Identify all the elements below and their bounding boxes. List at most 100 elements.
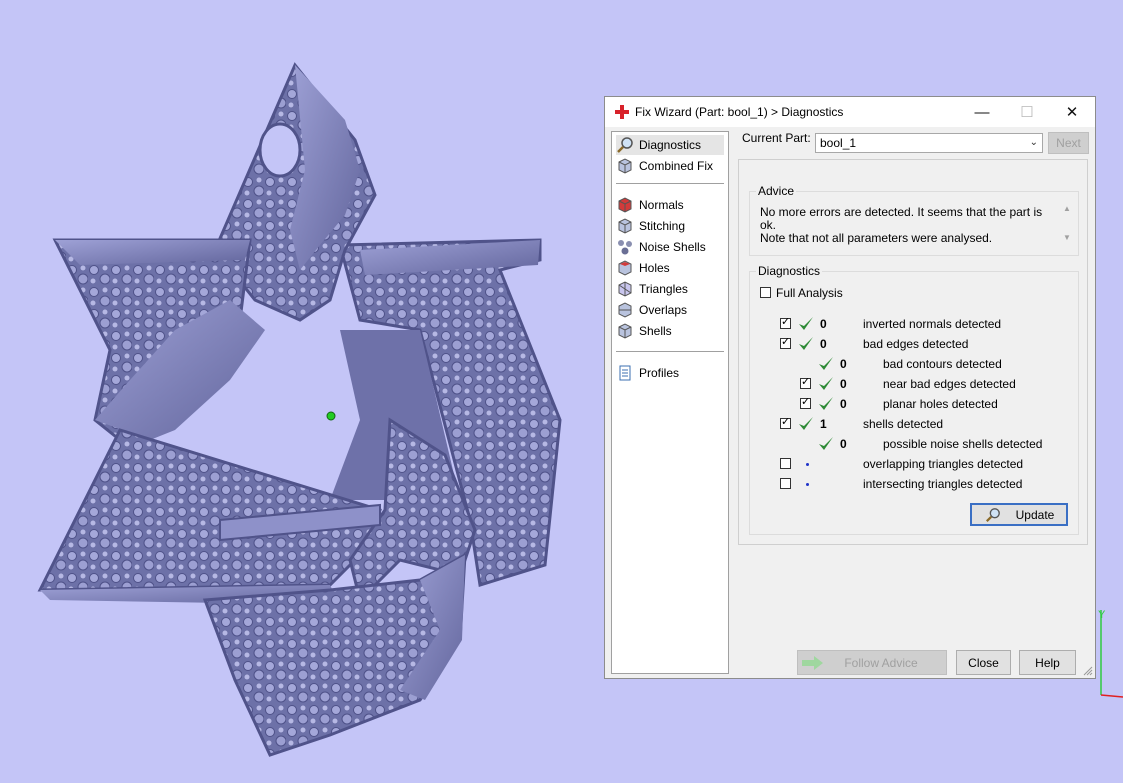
nav-item-triangles[interactable]: Triangles (616, 279, 724, 299)
green-check-icon (799, 417, 813, 430)
nav-label: Shells (639, 324, 672, 338)
row-checkbox[interactable]: ✓ (800, 396, 811, 409)
row-label: possible noise shells detected (883, 437, 1043, 451)
row-count: 0 (840, 357, 847, 371)
row-label: bad edges detected (863, 337, 969, 351)
maximize-icon: ☐ (1020, 104, 1034, 121)
pivot-point[interactable] (326, 411, 336, 421)
noise-shells-icon (618, 240, 632, 255)
nav-label: Overlaps (639, 303, 688, 317)
wizard-nav: Diagnostics Combined Fix Normals Stitchi… (611, 131, 729, 674)
resize-grip-icon[interactable] (1083, 666, 1093, 676)
normals-icon (618, 197, 632, 213)
green-check-icon (819, 437, 833, 450)
row-checkbox[interactable]: ✓ (800, 376, 811, 389)
full-analysis-checkbox[interactable] (760, 287, 771, 298)
row-count: 0 (820, 317, 827, 331)
row-count: 1 (820, 417, 827, 431)
nav-item-normals[interactable]: Normals (616, 195, 724, 215)
checkbox-tick-icon: ✓ (781, 336, 791, 348)
row-label: planar holes detected (883, 397, 998, 411)
row-checkbox[interactable]: ✓ (780, 316, 791, 329)
row-count: 0 (840, 397, 847, 411)
nav-item-combined-fix[interactable]: Combined Fix (616, 156, 724, 176)
next-button[interactable]: Next (1048, 132, 1089, 154)
current-part-value: bool_1 (820, 136, 857, 150)
row-checkbox[interactable] (780, 478, 791, 489)
row-checkbox[interactable]: ✓ (780, 336, 791, 349)
advice-line: No more errors are detected. It seems th… (760, 205, 1043, 232)
nav-item-profiles[interactable]: Profiles (616, 363, 724, 383)
arrow-right-icon (802, 656, 823, 670)
full-analysis-label: Full Analysis (776, 286, 843, 300)
current-part-label: Current Part: (742, 131, 811, 145)
stitching-icon (618, 218, 632, 234)
checkbox-tick-icon: ✓ (781, 416, 791, 428)
follow-advice-label: Follow Advice (844, 655, 918, 670)
row-checkbox[interactable] (780, 458, 791, 469)
next-label: Next (1056, 136, 1081, 150)
row-checkbox[interactable]: ✓ (780, 416, 791, 429)
scroll-up-icon[interactable]: ▲ (1060, 204, 1074, 213)
nav-item-stitching[interactable]: Stitching (616, 216, 724, 236)
nav-label: Triangles (639, 282, 688, 296)
row-label: near bad edges detected (883, 377, 1016, 391)
magnifier-icon (985, 507, 1000, 522)
diagnostics-title: Diagnostics (756, 264, 823, 278)
nav-label: Combined Fix (639, 159, 714, 173)
checkbox-tick-icon: ✓ (781, 316, 791, 328)
close-button[interactable]: Close (956, 650, 1011, 675)
pending-dot-icon (806, 483, 809, 486)
close-label: Close (968, 655, 999, 670)
green-check-icon (799, 337, 813, 350)
minimize-button[interactable]: — (959, 97, 1005, 127)
row-label: intersecting triangles detected (863, 477, 1023, 491)
update-label: Update (1015, 507, 1055, 522)
magnifier-icon (617, 137, 633, 153)
advice-text: No more errors are detected. It seems th… (760, 206, 1060, 245)
row-count: 0 (820, 337, 827, 351)
svg-text:Y: Y (1098, 609, 1106, 621)
fix-wizard-dialog: Fix Wizard (Part: bool_1) > Diagnostics … (604, 96, 1096, 679)
diagnostics-group: Diagnostics Full Analysis ✓ 0 inverted nor… (749, 264, 1079, 535)
shells-icon (618, 323, 632, 339)
close-icon: ✕ (1065, 104, 1079, 121)
overlaps-icon (618, 302, 632, 318)
checkbox-tick-icon: ✓ (801, 396, 811, 408)
current-part-select[interactable]: bool_1 ⌄ (815, 133, 1043, 153)
red-cross-icon (615, 105, 629, 119)
nav-divider (616, 351, 724, 352)
advice-scrollbar[interactable]: ▲ ▼ (1060, 204, 1074, 250)
star-model (37, 62, 562, 757)
close-window-button[interactable]: ✕ (1049, 97, 1095, 127)
nav-divider (616, 183, 724, 184)
combined-fix-icon (618, 158, 632, 174)
nav-item-noise-shells[interactable]: Noise Shells (616, 237, 724, 257)
update-button[interactable]: Update (970, 503, 1068, 526)
nav-label: Noise Shells (639, 240, 706, 254)
nav-item-holes[interactable]: Holes (616, 258, 724, 278)
follow-advice-button[interactable]: Follow Advice (797, 650, 947, 675)
row-label: bad contours detected (883, 357, 1002, 371)
checkbox-tick-icon: ✓ (801, 376, 811, 388)
scroll-down-icon[interactable]: ▼ (1060, 233, 1074, 242)
help-button[interactable]: Help (1019, 650, 1076, 675)
row-label: inverted normals detected (863, 317, 1002, 331)
green-check-icon (819, 377, 833, 390)
nav-item-overlaps[interactable]: Overlaps (616, 300, 724, 320)
advice-group: Advice No more errors are detected. It s… (749, 184, 1079, 256)
nav-item-diagnostics[interactable]: Diagnostics (616, 135, 724, 155)
row-count: 0 (840, 377, 847, 391)
green-check-icon (819, 357, 833, 370)
axis-triad: Y (1098, 609, 1123, 698)
holes-icon (618, 260, 632, 276)
diagnostics-panel: Advice No more errors are detected. It s… (738, 159, 1088, 545)
maximize-button[interactable]: ☐ (1004, 97, 1050, 127)
nav-item-shells[interactable]: Shells (616, 321, 724, 341)
dialog-title: Fix Wizard (Part: bool_1) > Diagnostics (635, 105, 844, 119)
title-bar[interactable]: Fix Wizard (Part: bool_1) > Diagnostics … (605, 97, 1095, 127)
advice-line: Note that not all parameters were analys… (760, 231, 993, 245)
triangles-icon (618, 281, 632, 297)
nav-label: Diagnostics (639, 138, 702, 152)
profiles-icon (619, 365, 631, 381)
